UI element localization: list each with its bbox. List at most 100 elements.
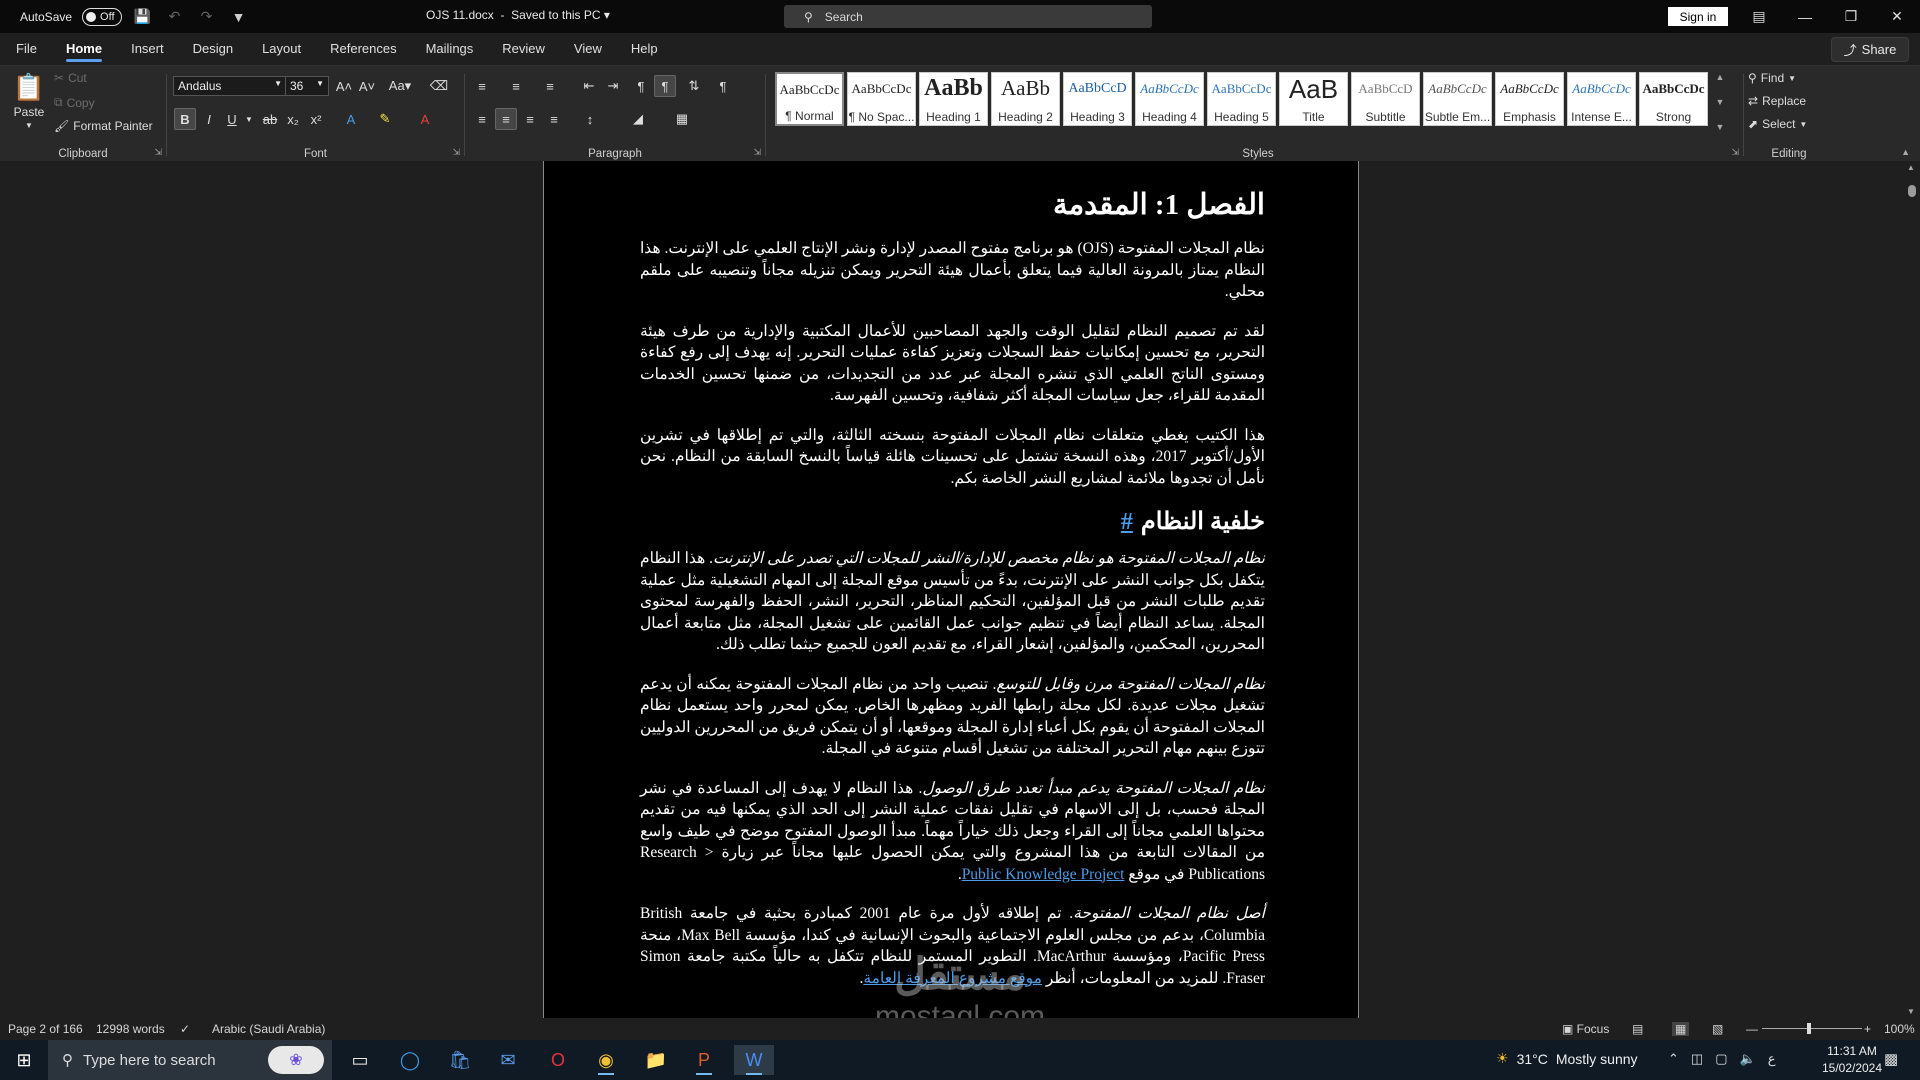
edge-icon[interactable]: ◯: [390, 1045, 430, 1075]
powerpoint-icon[interactable]: P: [684, 1045, 724, 1075]
justify-icon[interactable]: ≡: [543, 108, 565, 130]
vertical-scrollbar[interactable]: ▲ ▼: [1904, 161, 1920, 1018]
weather-widget[interactable]: ☀ 31°C Mostly sunny: [1496, 1050, 1638, 1067]
chrome-icon[interactable]: ◉: [586, 1045, 626, 1075]
font-color-icon[interactable]: A: [414, 108, 436, 130]
scroll-thumb[interactable]: [1908, 185, 1916, 197]
cut-button[interactable]: ✂ Cut: [54, 71, 87, 85]
autosave-toggle[interactable]: Off: [82, 7, 122, 26]
increase-indent-icon[interactable]: ⇥: [602, 75, 624, 97]
clear-formatting-icon[interactable]: ⌫: [428, 75, 450, 97]
align-right-icon[interactable]: ≡: [519, 108, 541, 130]
read-mode-icon[interactable]: ▤: [1632, 1022, 1643, 1036]
grow-font-icon[interactable]: A˄: [333, 75, 355, 97]
dialog-launcher-icon[interactable]: ⇲: [452, 147, 460, 158]
print-layout-icon[interactable]: ▦: [1672, 1022, 1690, 1036]
change-case-icon[interactable]: Aa▾: [385, 75, 415, 97]
line-spacing-icon[interactable]: ↕: [579, 108, 601, 130]
opera-icon[interactable]: O: [538, 1045, 578, 1075]
search-box[interactable]: ⚲ Search: [784, 5, 1152, 28]
superscript-button[interactable]: x²: [305, 108, 327, 130]
copy-button[interactable]: ⧉ Copy: [54, 95, 95, 110]
clock[interactable]: 11:31 AM 15/02/2024: [1812, 1043, 1892, 1077]
file-explorer-icon[interactable]: 📁: [636, 1045, 676, 1075]
ime-indicator[interactable]: ع: [1768, 1051, 1776, 1067]
show-marks-icon[interactable]: ¶: [712, 75, 734, 97]
pkp-site-link[interactable]: موقع مشروع المعرفة العامة: [863, 970, 1042, 987]
taskbar-search[interactable]: ⚲ Type here to search ❀: [48, 1040, 332, 1080]
collapse-ribbon-icon[interactable]: ▲: [1901, 147, 1910, 157]
scroll-down-icon[interactable]: ▼: [1907, 1007, 1915, 1016]
dialog-launcher-icon[interactable]: ⇲: [154, 147, 162, 158]
tab-layout[interactable]: Layout: [262, 33, 301, 65]
align-left-icon[interactable]: ≡: [471, 108, 493, 130]
notifications-icon[interactable]: ▩: [1884, 1050, 1898, 1068]
tab-file[interactable]: File: [16, 33, 37, 65]
chevron-down-icon[interactable]: ▼: [238, 108, 260, 130]
save-icon[interactable]: 💾: [132, 8, 154, 25]
align-center-icon[interactable]: ≡: [495, 108, 517, 130]
copilot-icon[interactable]: ❀: [268, 1046, 324, 1074]
sign-in-button[interactable]: Sign in: [1668, 7, 1728, 26]
highlight-icon[interactable]: ✎: [374, 108, 396, 130]
bullets-icon[interactable]: ≡: [471, 75, 493, 97]
tab-home[interactable]: Home: [65, 33, 103, 65]
minimize-icon[interactable]: —: [1782, 0, 1828, 33]
subscript-button[interactable]: x₂: [282, 108, 304, 130]
paste-button[interactable]: 📋 Paste ▼: [12, 72, 46, 130]
dialog-launcher-icon[interactable]: ⇲: [1731, 147, 1739, 158]
rtl-direction-icon[interactable]: ¶: [654, 75, 676, 97]
undo-icon[interactable]: ↶: [164, 8, 186, 25]
multilevel-list-icon[interactable]: ≡: [539, 75, 561, 97]
share-button[interactable]: ⤴ Share: [1831, 37, 1909, 62]
web-layout-icon[interactable]: ▧: [1712, 1022, 1723, 1036]
close-icon[interactable]: ✕: [1874, 0, 1920, 33]
word-icon[interactable]: W: [734, 1045, 774, 1075]
document-content[interactable]: الفصل 1: المقدمة نظام المجلات المفتوحة (…: [640, 187, 1265, 1007]
tab-view[interactable]: View: [574, 33, 602, 65]
tab-review[interactable]: Review: [502, 33, 545, 65]
chevron-up-icon[interactable]: ⌃: [1668, 1051, 1679, 1067]
tab-design[interactable]: Design: [193, 33, 233, 65]
pkp-link[interactable]: Public Knowledge Project: [962, 866, 1125, 883]
task-view-icon[interactable]: ▭: [340, 1045, 380, 1075]
ltr-direction-icon[interactable]: ¶: [630, 75, 652, 97]
zoom-out-icon[interactable]: —: [1746, 1022, 1758, 1036]
zoom-slider[interactable]: [1762, 1028, 1862, 1029]
strikethrough-button[interactable]: ab: [259, 108, 281, 130]
zoom-level[interactable]: 100%: [1884, 1022, 1915, 1036]
ribbon-display-icon[interactable]: ▤: [1736, 0, 1782, 33]
tab-help[interactable]: Help: [631, 33, 658, 65]
word-count[interactable]: 12998 words: [96, 1022, 165, 1036]
zoom-in-icon[interactable]: +: [1864, 1022, 1871, 1036]
format-painter-button[interactable]: 🖌 Format Painter: [54, 119, 153, 133]
replace-button[interactable]: ⇄ Replace: [1748, 94, 1806, 108]
focus-button[interactable]: ▣ Focus: [1562, 1022, 1609, 1036]
windows-start-icon[interactable]: ⊞: [4, 1045, 44, 1075]
language-indicator[interactable]: Arabic (Saudi Arabia): [212, 1022, 325, 1036]
font-size-select[interactable]: 36 ▼: [285, 76, 329, 96]
tab-mailings[interactable]: Mailings: [426, 33, 474, 65]
dialog-launcher-icon[interactable]: ⇲: [753, 147, 761, 158]
shading-icon[interactable]: ◢: [627, 108, 649, 130]
anchor-link[interactable]: #: [1121, 509, 1133, 535]
meet-now-icon[interactable]: ◫: [1691, 1051, 1703, 1067]
text-effects-icon[interactable]: A: [340, 108, 362, 130]
bold-button[interactable]: B: [174, 108, 196, 130]
store-icon[interactable]: 🛍: [440, 1045, 480, 1075]
shrink-font-icon[interactable]: A˅: [356, 75, 378, 97]
page-count[interactable]: Page 2 of 166: [8, 1022, 83, 1036]
document-title[interactable]: OJS 11.docx - Saved to this PC ▾: [426, 8, 610, 22]
mail-icon[interactable]: ✉: [488, 1045, 528, 1075]
redo-icon[interactable]: ↷: [196, 8, 218, 25]
restore-icon[interactable]: ❐: [1828, 0, 1874, 33]
decrease-indent-icon[interactable]: ⇤: [578, 75, 600, 97]
sort-icon[interactable]: ⇅: [683, 75, 705, 97]
font-family-select[interactable]: Andalus ▼: [173, 76, 287, 96]
numbering-icon[interactable]: ≡: [505, 75, 527, 97]
zoom-slider-thumb[interactable]: [1807, 1023, 1811, 1034]
tab-insert[interactable]: Insert: [131, 33, 164, 65]
volume-icon[interactable]: 🔈: [1740, 1051, 1756, 1067]
document-page[interactable]: الفصل 1: المقدمة نظام المجلات المفتوحة (…: [543, 161, 1359, 1018]
scroll-up-icon[interactable]: ▲: [1907, 163, 1915, 172]
